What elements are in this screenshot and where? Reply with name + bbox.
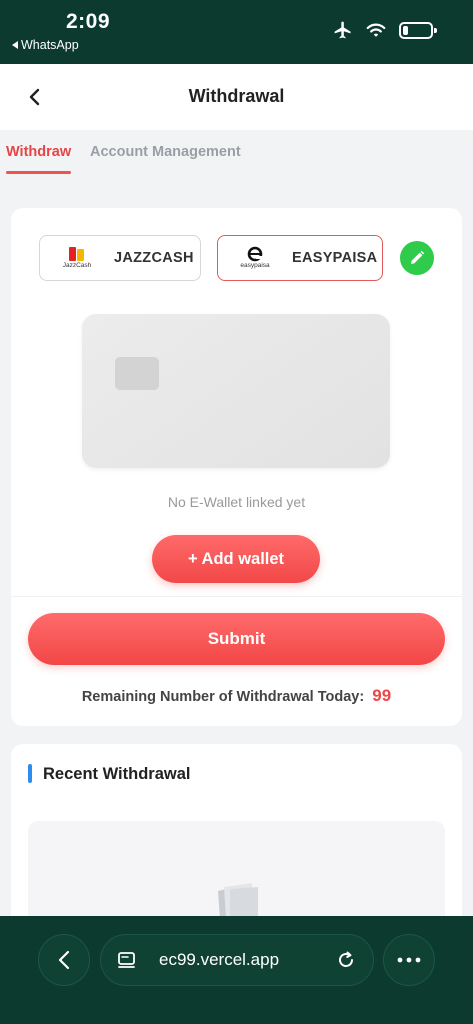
empty-folder-icon (218, 883, 258, 919)
wallet-option-jazzcash[interactable]: JazzCash JAZZCASH (39, 235, 201, 281)
more-icon (397, 957, 421, 963)
edit-wallet-button[interactable] (400, 241, 434, 275)
wallet-option-easypaisa[interactable]: easypaisa EASYPAISA (217, 235, 383, 281)
url-text: ec99.vercel.app (159, 950, 280, 969)
tab-icon (118, 952, 135, 968)
tab-withdraw-label: Withdraw (6, 144, 72, 160)
status-time: 2:09 (66, 10, 111, 33)
card-chip (115, 357, 159, 390)
reload-icon[interactable] (335, 949, 357, 971)
status-icons (333, 20, 437, 40)
back-app-label: WhatsApp (21, 38, 79, 52)
tab-account-management-label: Account Management (90, 144, 241, 160)
page-header: Withdrawal (0, 64, 473, 130)
jazzcash-logo-mark (69, 247, 84, 262)
tab-bar: Withdraw Account Management (0, 130, 473, 176)
back-to-app-link[interactable]: WhatsApp (12, 38, 79, 52)
more-options-button[interactable] (383, 934, 435, 986)
add-wallet-button[interactable]: + Add wallet (152, 535, 320, 583)
back-icon (58, 950, 70, 970)
jazzcash-logo-text: JazzCash (62, 262, 92, 270)
url-bar[interactable]: ec99.vercel.app (100, 934, 374, 986)
divider (11, 596, 462, 597)
remaining-count: 99 (372, 686, 392, 705)
easypaisa-label: EASYPAISA (292, 250, 378, 266)
recent-withdrawal-section: Recent Withdrawal (11, 744, 462, 951)
empty-wallet-message: No E-Wallet linked yet (167, 494, 306, 510)
jazzcash-label: JAZZCASH (114, 250, 194, 266)
wifi-icon (366, 23, 386, 37)
tab-account-management[interactable]: Account Management (90, 144, 241, 160)
submit-button[interactable]: Submit (28, 613, 445, 665)
remaining-withdrawals: Remaining Number of Withdrawal Today: 99 (11, 686, 462, 706)
jazzcash-logo: JazzCash (48, 246, 106, 270)
page-title: Withdrawal (188, 86, 285, 106)
easypaisa-logo-mark (247, 246, 263, 262)
status-bar: 2:09 WhatsApp (0, 0, 473, 64)
section-accent-bar (28, 764, 32, 783)
active-tab-underline (6, 171, 72, 174)
browser-back-button[interactable] (38, 934, 90, 986)
back-triangle-icon (12, 41, 18, 49)
pencil-icon (411, 250, 425, 264)
easypaisa-logo: easypaisa (226, 246, 284, 270)
withdraw-card: JazzCash JAZZCASH easypaisa EASYPAISA No… (11, 208, 462, 726)
remaining-label: Remaining Number of Withdrawal Today: (81, 689, 365, 705)
recent-withdrawal-title: Recent Withdrawal (43, 765, 191, 783)
wallet-card-placeholder (82, 314, 390, 468)
browser-toolbar: ec99.vercel.app (0, 916, 473, 1024)
tab-withdraw[interactable]: Withdraw (6, 144, 72, 174)
airplane-icon (334, 21, 351, 39)
easypaisa-logo-text: easypaisa (240, 262, 270, 270)
battery-icon (399, 21, 437, 39)
